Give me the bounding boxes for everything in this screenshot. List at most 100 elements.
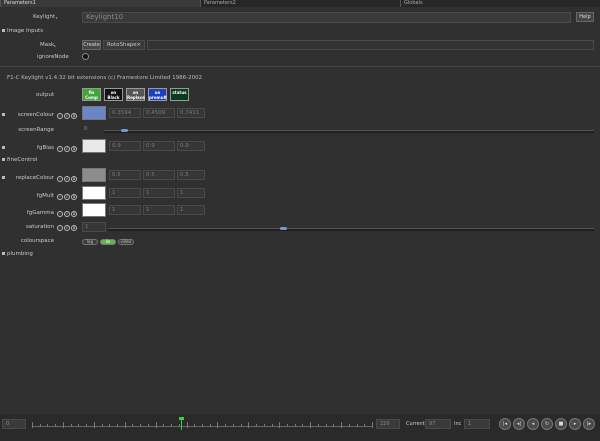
fg-bias-swatch[interactable] xyxy=(82,139,106,153)
screen-colour-label: screenColour xyxy=(17,112,54,118)
create-button[interactable]: Create xyxy=(82,40,101,50)
step-back-icon[interactable]: ◂| xyxy=(513,418,525,430)
timeline-tick xyxy=(294,424,296,427)
output-option-line2: Comp xyxy=(85,94,98,100)
expand-icon[interactable]: a xyxy=(71,211,77,217)
timeline-tick xyxy=(348,424,350,427)
replace-colour-g[interactable]: 0.5 xyxy=(143,170,175,180)
timeline-tick xyxy=(271,424,273,427)
expand-icon[interactable]: a xyxy=(71,113,77,119)
fg-mult-swatch[interactable] xyxy=(82,186,106,200)
expand-icon[interactable]: a xyxy=(71,194,77,200)
animation-icon[interactable]: ◦ xyxy=(57,225,63,231)
image-inputs-section[interactable]: Image Inputs xyxy=(2,28,43,34)
output-option-button[interactable]: fin Comp xyxy=(82,88,101,101)
play-forward-icon[interactable]: ▸ xyxy=(569,418,581,430)
check-icon[interactable]: ✓ xyxy=(64,194,70,200)
mask-expression-field[interactable] xyxy=(147,40,594,50)
check-icon[interactable]: ✓ xyxy=(64,176,70,182)
help-button[interactable]: Help xyxy=(576,12,594,22)
fine-control-section[interactable]: fineControl xyxy=(2,157,37,163)
fg-bias-b[interactable]: 0.9 xyxy=(177,141,205,151)
go-to-start-icon[interactable]: |◂ xyxy=(499,418,511,430)
replace-colour-b[interactable]: 0.5 xyxy=(177,170,205,180)
screen-range-value[interactable]: 0 xyxy=(82,125,104,135)
expand-icon[interactable]: a xyxy=(71,176,77,182)
fg-gamma-r[interactable]: 1 xyxy=(109,205,141,215)
version-text: F1-C Keylight v1.4.32 bit extensions (c)… xyxy=(7,75,203,81)
animation-icon[interactable]: ◦ xyxy=(57,211,63,217)
screen-colour-swatch[interactable] xyxy=(82,106,106,120)
screen-range-slider[interactable] xyxy=(104,130,594,133)
output-option-button[interactable]: status xyxy=(170,88,189,101)
expand-icon[interactable]: a xyxy=(71,146,77,152)
replace-colour-swatch[interactable] xyxy=(82,168,106,182)
screen-colour-r[interactable]: 0.3594 xyxy=(109,108,141,118)
animation-icon[interactable]: ◦ xyxy=(57,113,63,119)
play-backward-icon[interactable]: ◂ xyxy=(527,418,539,430)
animation-icon[interactable]: ◦ xyxy=(57,146,63,152)
colourspace-option-lin[interactable]: lin xyxy=(100,239,116,245)
output-option-button[interactable]: on Black xyxy=(104,88,123,101)
fg-gamma-icons: ◦ ✓ a xyxy=(57,211,78,219)
start-frame-field[interactable]: 0 xyxy=(2,419,26,429)
output-option-button[interactable]: un premult xyxy=(148,88,167,101)
saturation-value[interactable]: 1 xyxy=(82,222,106,232)
animation-icon[interactable]: ◦ xyxy=(57,176,63,182)
label-menu-icon[interactable]: ▸ xyxy=(56,15,58,20)
timeline-tick xyxy=(93,422,95,428)
timeline-tick xyxy=(186,422,188,428)
mask-label: Mask xyxy=(40,42,55,48)
colourspace-option-log[interactable]: log xyxy=(82,239,98,245)
fg-gamma-b[interactable]: 1 xyxy=(177,205,205,215)
playhead[interactable] xyxy=(179,417,185,430)
animation-icon[interactable]: ◦ xyxy=(57,194,63,200)
plumbing-section[interactable]: plumbing xyxy=(2,251,33,257)
saturation-slider[interactable] xyxy=(108,228,594,231)
clear-icon[interactable]: × xyxy=(136,41,141,49)
fg-mult-b[interactable]: 1 xyxy=(177,188,205,198)
saturation-label: saturation xyxy=(25,224,54,230)
check-icon[interactable]: ✓ xyxy=(64,146,70,152)
check-icon[interactable]: ✓ xyxy=(64,225,70,231)
tab-parameters2[interactable]: Parameters2 xyxy=(200,0,400,7)
end-frame-field[interactable]: 220 xyxy=(376,419,400,429)
tab-globals[interactable]: Globals xyxy=(400,0,600,7)
fg-mult-r[interactable]: 1 xyxy=(109,188,141,198)
ignore-node-toggle[interactable] xyxy=(82,53,89,60)
current-label: Current xyxy=(406,421,425,427)
timeline-tick xyxy=(163,424,165,427)
timeline-tick xyxy=(39,424,41,427)
screen-colour-g[interactable]: 0.4509 xyxy=(143,108,175,118)
timeline-tick xyxy=(364,424,366,427)
stop-icon[interactable]: ■ xyxy=(555,418,567,430)
fg-bias-r[interactable]: 0.9 xyxy=(109,141,141,151)
fg-gamma-swatch[interactable] xyxy=(82,203,106,217)
timeline-tick xyxy=(117,424,118,427)
screen-colour-b[interactable]: 0.7411 xyxy=(177,108,205,118)
mask-menu-icon[interactable]: ▸ xyxy=(54,43,56,48)
screen-range-handle[interactable] xyxy=(120,129,128,132)
fg-bias-g[interactable]: 0.9 xyxy=(143,141,175,151)
node-name-field[interactable]: Keylight10 xyxy=(82,12,571,23)
expand-icon[interactable]: a xyxy=(71,225,77,231)
check-icon[interactable]: ✓ xyxy=(64,211,70,217)
current-frame-field[interactable]: 97 xyxy=(425,419,451,429)
saturation-handle[interactable] xyxy=(279,227,287,230)
fg-gamma-label: fgGamma xyxy=(26,210,54,216)
check-icon[interactable]: ✓ xyxy=(64,113,70,119)
replace-colour-r[interactable]: 0.5 xyxy=(109,170,141,180)
ignore-node-label: ignoreNode xyxy=(37,54,69,60)
step-forward-icon[interactable]: |▸ xyxy=(583,418,595,430)
output-option-button[interactable]: on Replace xyxy=(126,88,145,101)
mask-input-field[interactable]: RotoShape × xyxy=(103,40,145,50)
timeline-tick xyxy=(155,422,157,428)
timeline-track[interactable] xyxy=(32,417,373,431)
tab-parameters1[interactable]: Parameters1 xyxy=(0,0,200,7)
loop-icon[interactable]: ↻ xyxy=(541,418,553,430)
fg-mult-g[interactable]: 1 xyxy=(143,188,175,198)
fg-mult-icons: ◦ ✓ a xyxy=(57,194,78,202)
colourspace-option-video[interactable]: video xyxy=(118,239,134,245)
fg-gamma-g[interactable]: 1 xyxy=(143,205,175,215)
inc-field[interactable]: 1 xyxy=(464,419,490,429)
